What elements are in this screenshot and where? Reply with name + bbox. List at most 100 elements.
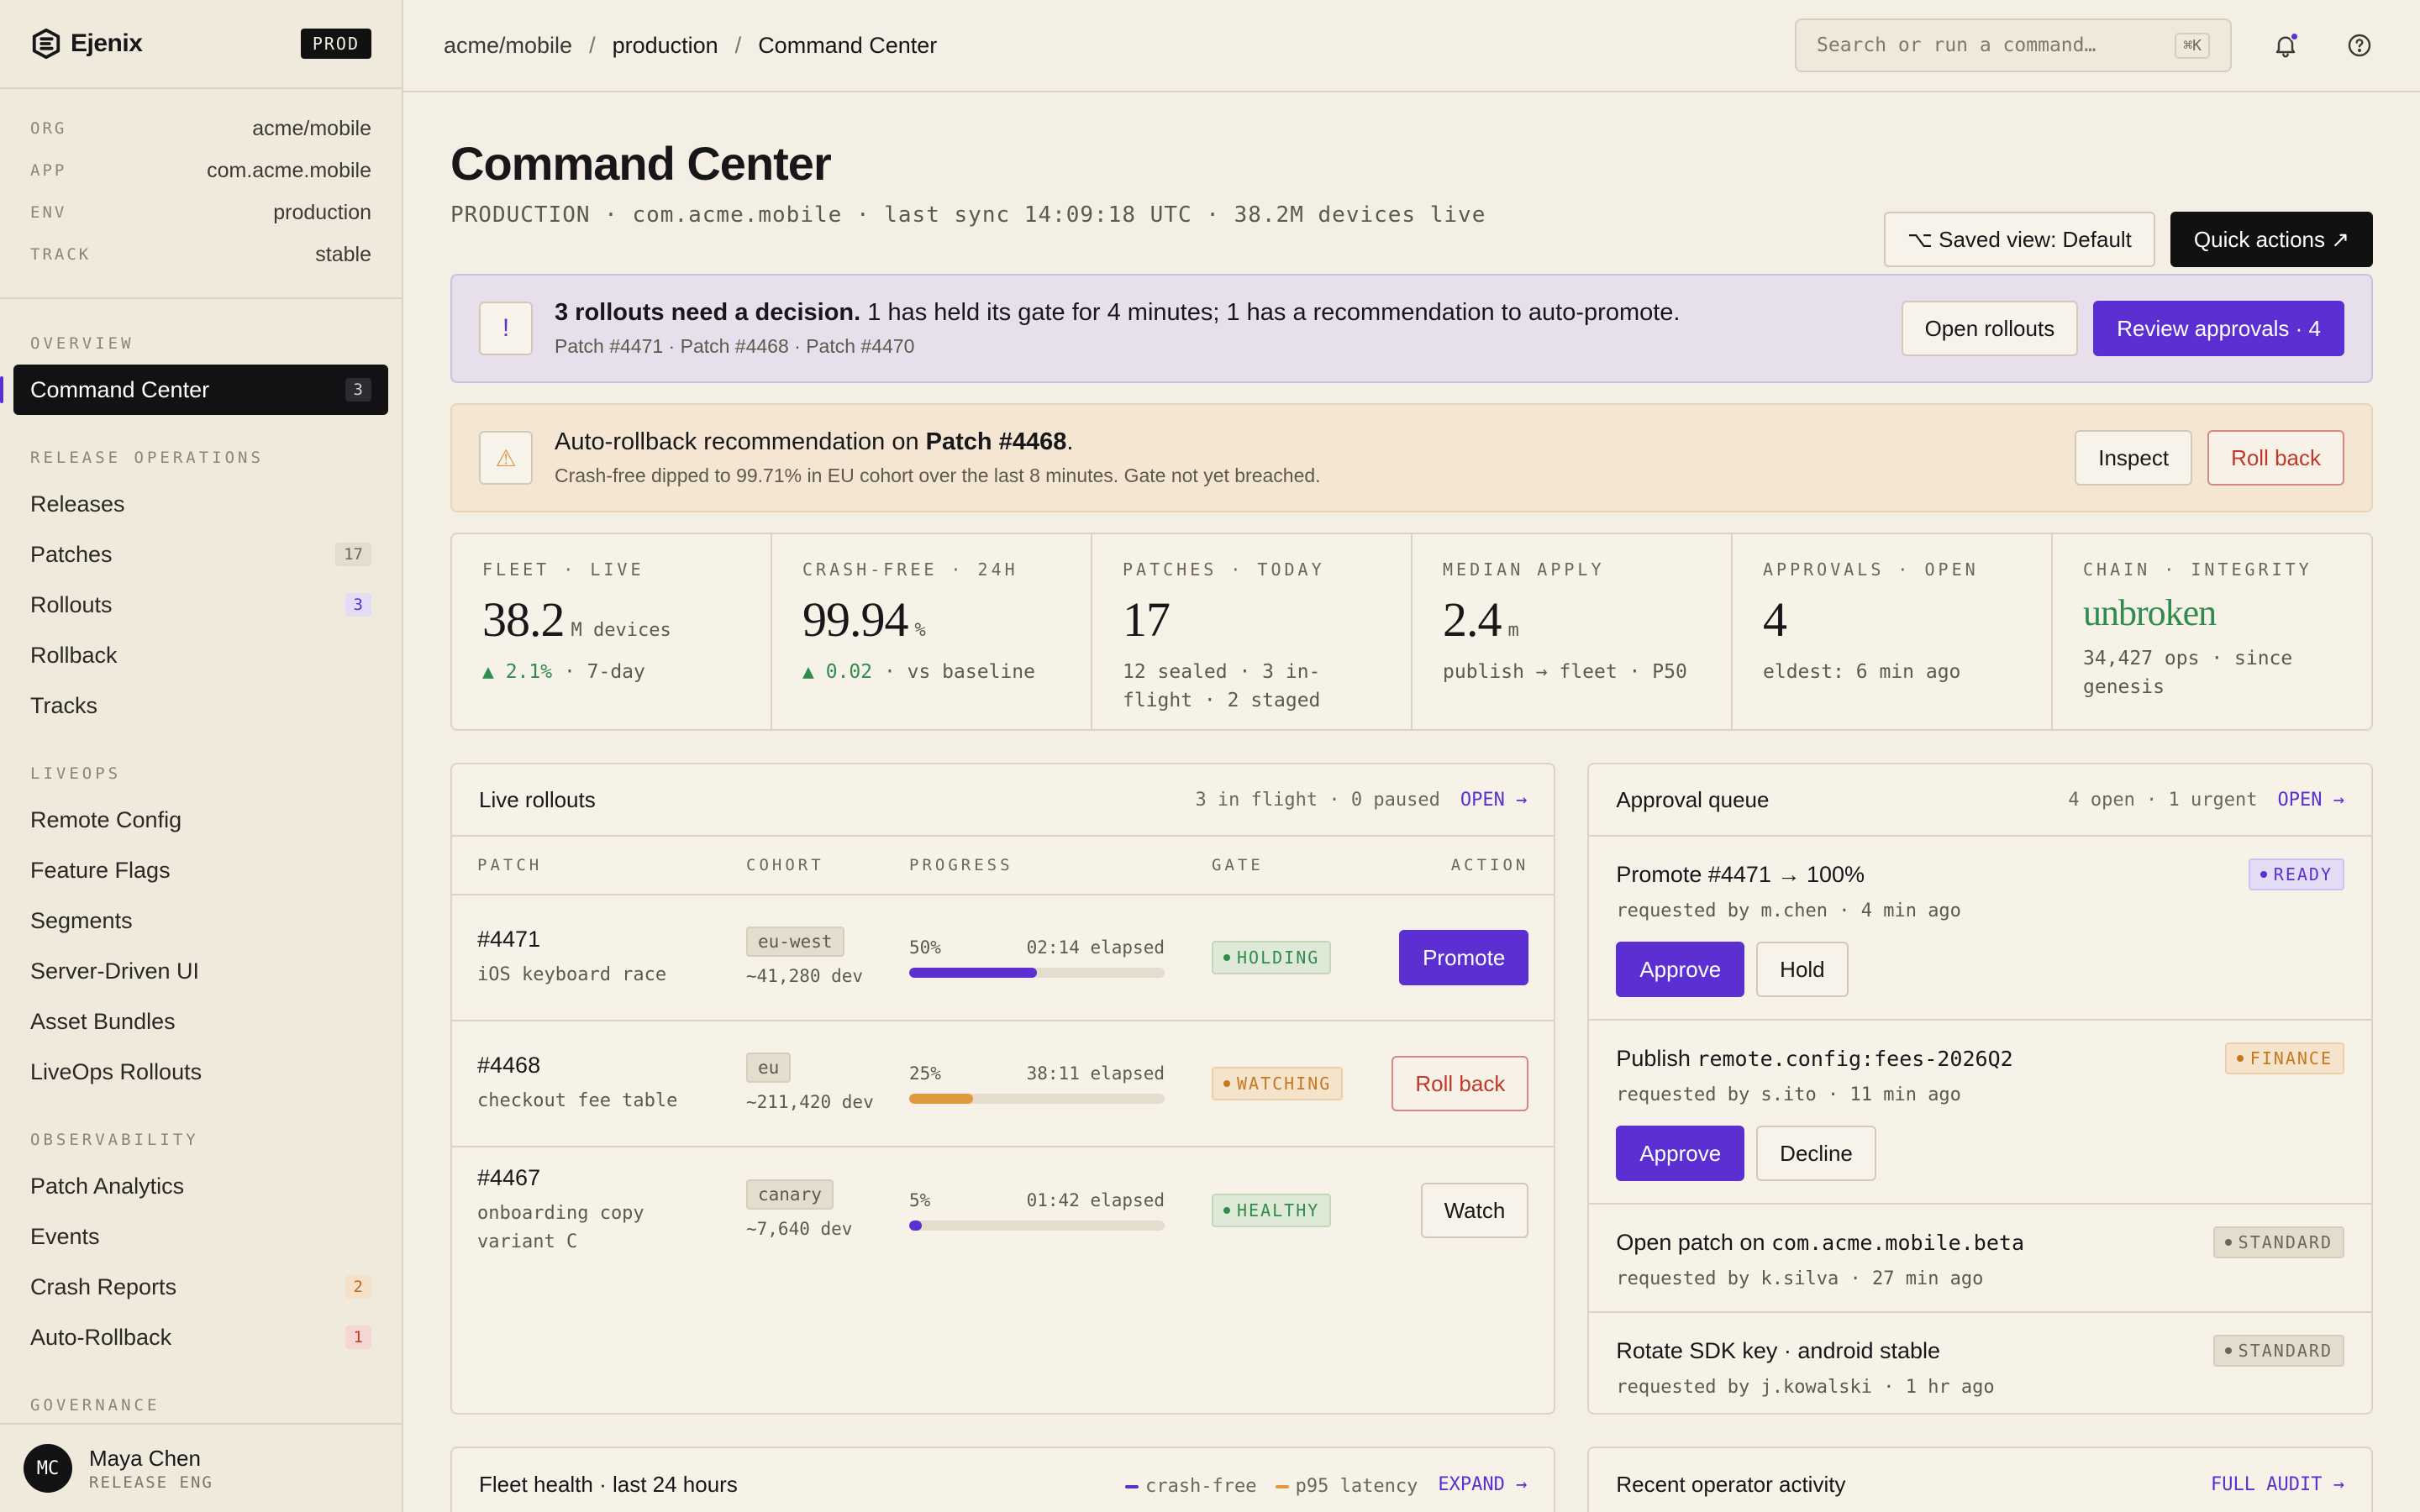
sidebar-item-label: Tracks <box>30 692 97 718</box>
stat-label: APPROVALS · OPEN <box>1763 559 1979 580</box>
progress-fill <box>909 1094 973 1104</box>
notifications-button[interactable] <box>2265 25 2306 66</box>
fleet-health-card: Fleet health · last 24 hours crash-free … <box>450 1446 1556 1512</box>
review-approvals-button[interactable]: Review approvals · 4 <box>2093 301 2344 356</box>
stat-value: 99.94% <box>802 592 926 647</box>
help-icon <box>2348 34 2371 57</box>
stat-crash-free[interactable]: CRASH-FREE · 24H 99.94% ▲ 0.02 · vs base… <box>772 534 1092 729</box>
patch-id[interactable]: #4468 <box>477 1053 746 1079</box>
column-header[interactable]: COHORT <box>746 856 909 874</box>
sidebar-item-server-driven-ui[interactable]: Server-Driven UI <box>0 946 402 996</box>
open-approvals-link[interactable]: OPEN → <box>2278 790 2344 811</box>
stat-chain-integrity[interactable]: CHAIN · INTEGRITY unbroken 34,427 ops · … <box>2053 534 2371 729</box>
patch-id[interactable]: #4467 <box>477 1165 746 1191</box>
topbar: acme/mobile / production / Command Cente… <box>403 0 2420 92</box>
sidebar-item-rollback[interactable]: Rollback <box>0 630 402 680</box>
decline-button[interactable]: Decline <box>1756 1126 1876 1181</box>
help-button[interactable] <box>2339 25 2380 66</box>
sidebar-item-segments[interactable]: Segments <box>0 895 402 946</box>
sidebar-item-asset-bundles[interactable]: Asset Bundles <box>0 996 402 1047</box>
sidebar-item-tracks[interactable]: Tracks <box>0 680 402 731</box>
progress-percent: 50% <box>909 937 941 958</box>
stat-label: PATCHES · TODAY <box>1123 559 1325 580</box>
watch-button[interactable]: Watch <box>1420 1183 1529 1238</box>
table-row[interactable]: #4468 checkout fee table eu ~211,420 dev 2… <box>452 1021 1555 1147</box>
user-profile[interactable]: MC Maya Chen RELEASE ENG <box>0 1423 402 1512</box>
column-header: ACTION <box>1450 856 1529 874</box>
stat-patches[interactable]: PATCHES · TODAY 17 12 sealed · 3 in-flig… <box>1092 534 1413 729</box>
approval-item[interactable]: Open patch on com.acme.mobile.beta STANDA… <box>1589 1205 2371 1313</box>
breadcrumb-env[interactable]: production <box>613 33 718 59</box>
approve-button[interactable]: Approve <box>1616 942 1745 997</box>
sidebar-item-feature-flags[interactable]: Feature Flags <box>0 845 402 895</box>
sidebar-item-command-center[interactable]: Command Center 3 <box>0 365 388 415</box>
expand-link[interactable]: EXPAND → <box>1438 1474 1527 1495</box>
sidebar-item-patches[interactable]: Patches 17 <box>0 529 402 580</box>
inspect-button[interactable]: Inspect <box>2075 430 2193 486</box>
card-header: Live rollouts 3 in flight · 0 paused OPE… <box>452 764 1555 837</box>
command-search[interactable]: ⌘K <box>1795 18 2232 72</box>
nav-count-badge: 17 <box>335 543 371 566</box>
context-track[interactable]: TRACK stable <box>30 234 371 276</box>
context-value: stable <box>315 242 371 266</box>
decision-banner: ! 3 rollouts need a decision. 1 has held… <box>450 274 2373 383</box>
card-meta: 4 open · 1 urgent <box>2068 789 2258 811</box>
open-rollouts-link[interactable]: OPEN → <box>1460 790 1527 811</box>
sidebar-item-crash-reports[interactable]: Crash Reports 2 <box>0 1262 402 1312</box>
nav-section-overview: OVERVIEW <box>30 334 134 353</box>
search-input[interactable] <box>1817 34 2175 56</box>
approval-requester: requested by j.kowalski · 1 hr ago <box>1616 1377 1995 1398</box>
breadcrumb-org[interactable]: acme/mobile <box>444 33 572 59</box>
approval-title: Rotate SDK key · android stable <box>1616 1337 1941 1363</box>
gate-status-badge: HOLDING <box>1212 941 1332 974</box>
table-row[interactable]: #4471 iOS keyboard race eu-west ~41,280 de… <box>452 895 1555 1021</box>
saved-view-button[interactable]: ⌥ Saved view: Default <box>1883 212 2155 267</box>
nav-section-governance: GOVERNANCE <box>30 1396 160 1415</box>
open-rollouts-button[interactable]: Open rollouts <box>1901 301 2079 356</box>
card-title: Live rollouts <box>479 786 596 812</box>
sidebar-item-label: Server-Driven UI <box>30 958 200 984</box>
stats-strip: FLEET · LIVE 38.2 M devices ▲ 2.1% · 7-da… <box>450 533 2373 731</box>
quick-actions-button[interactable]: Quick actions ↗ <box>2170 212 2373 267</box>
sidebar-item-patch-analytics[interactable]: Patch Analytics <box>0 1161 402 1211</box>
stat-median-apply[interactable]: MEDIAN APPLY 2.4 m publish → fleet · P50 <box>1413 534 1733 729</box>
column-header[interactable]: GATE <box>1212 856 1380 874</box>
stat-approvals[interactable]: APPROVALS · OPEN 4 eldest: 6 min ago <box>1733 534 2053 729</box>
patch-id[interactable]: #4471 <box>477 927 746 953</box>
full-audit-link[interactable]: FULL AUDIT → <box>2211 1474 2344 1495</box>
promote-button[interactable]: Promote <box>1399 930 1529 985</box>
shortcut-hint: ⌘K <box>2175 32 2210 59</box>
sidebar-item-auto-rollback[interactable]: Auto-Rollback 1 <box>0 1312 402 1362</box>
stat-label: MEDIAN APPLY <box>1443 559 1605 580</box>
brand: Ejenix PROD <box>0 0 402 89</box>
sidebar-item-liveops-rollouts[interactable]: LiveOps Rollouts <box>0 1047 402 1097</box>
banner-title-strong[interactable]: Patch #4468 <box>926 428 1067 455</box>
approve-button[interactable]: Approve <box>1616 1126 1745 1181</box>
sidebar-item-releases[interactable]: Releases <box>0 479 402 529</box>
elapsed-time: 01:42 elapsed <box>1026 1190 1165 1210</box>
sidebar-item-rollouts[interactable]: Rollouts 3 <box>0 580 402 630</box>
sidebar-item-label: Feature Flags <box>30 857 171 883</box>
context-org[interactable]: ORG acme/mobile <box>30 108 371 150</box>
roll-back-row-button[interactable]: Roll back <box>1392 1056 1529 1111</box>
cohort-devices: ~41,280 dev <box>746 966 864 986</box>
stat-sub: ▲ 2.1% · 7-day <box>482 661 645 683</box>
breadcrumb-separator: / <box>589 32 596 58</box>
approval-item[interactable]: Rotate SDK key · android stable STANDARD … <box>1589 1313 2371 1420</box>
approval-item[interactable]: Publish remote.config:fees-2026Q2 FINANCE… <box>1589 1021 2371 1205</box>
column-header[interactable]: PROGRESS <box>909 856 1212 874</box>
roll-back-button[interactable]: Roll back <box>2207 430 2344 486</box>
approval-item[interactable]: Promote #4471 → 100% READY requested by m… <box>1589 837 2371 1021</box>
hold-button[interactable]: Hold <box>1756 942 1849 997</box>
sidebar-item-events[interactable]: Events <box>0 1211 402 1262</box>
stat-fleet[interactable]: FLEET · LIVE 38.2 M devices ▲ 2.1% · 7-da… <box>452 534 772 729</box>
patch-description: onboarding copy variant C <box>477 1202 644 1252</box>
column-header[interactable]: PATCH <box>477 856 746 874</box>
context-app[interactable]: APP com.acme.mobile <box>30 150 371 192</box>
table-row[interactable]: #4467 onboarding copy variant C canary ~7,… <box>452 1147 1554 1273</box>
context-env[interactable]: ENV production <box>30 192 371 234</box>
cohort-devices: ~211,420 dev <box>746 1092 874 1112</box>
approval-requester: requested by k.silva · 27 min ago <box>1616 1268 1984 1289</box>
sidebar-item-remote-config[interactable]: Remote Config <box>0 795 402 845</box>
context-key: ORG <box>30 119 67 138</box>
